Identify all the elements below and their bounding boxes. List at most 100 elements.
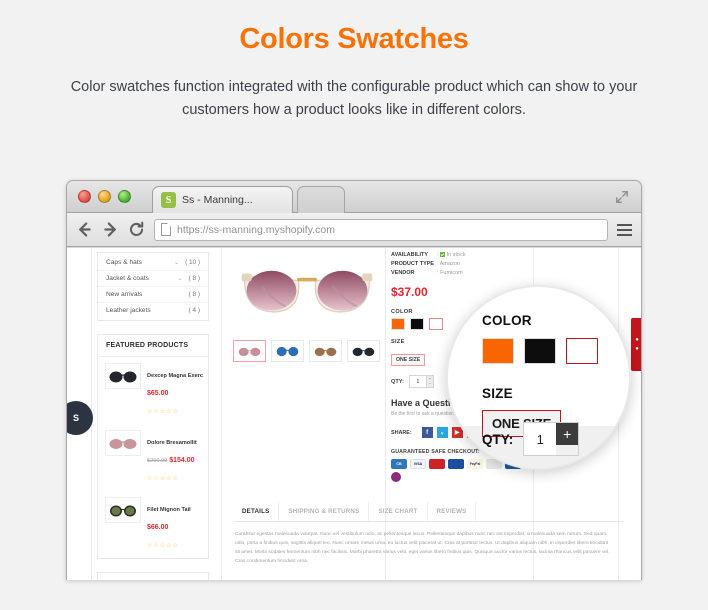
product-price: $65.00 bbox=[147, 390, 169, 397]
availability-value: In stock bbox=[446, 252, 466, 258]
product-type-value: Amazon bbox=[439, 261, 460, 267]
browser-tab-active[interactable]: S Ss - Manning... bbox=[152, 186, 293, 213]
category-label: Caps & hats bbox=[106, 259, 142, 266]
browser-navbar: https://ss-manning.myshopify.com bbox=[67, 213, 641, 247]
window-controls bbox=[78, 190, 131, 203]
meta-key: AVAILABILITY bbox=[391, 252, 429, 258]
tab-shipping-returns[interactable]: SHIPPING & RETURNS bbox=[279, 502, 370, 521]
close-button[interactable] bbox=[78, 190, 91, 203]
product-type: PRODUCT TYPE : Amazon bbox=[391, 261, 523, 267]
sidebar: Caps & hats ⌄ ( 10 ) Jacket & coats ⌄ ( … bbox=[97, 252, 209, 580]
facebook-icon[interactable]: f bbox=[421, 427, 433, 438]
product-thumbnail bbox=[105, 430, 141, 456]
back-arrow-icon[interactable] bbox=[76, 221, 93, 238]
tab-details[interactable]: DETAILS bbox=[233, 502, 280, 521]
zoom-button[interactable] bbox=[118, 190, 131, 203]
description-section: DETAILS SHIPPING & RETURNS SIZE CHART RE… bbox=[233, 502, 623, 566]
twitter-icon[interactable]: ᵥ bbox=[436, 427, 448, 438]
chevron-down-icon[interactable]: ⌄ bbox=[178, 275, 183, 282]
color-swatch-white[interactable] bbox=[429, 318, 443, 330]
amex-icon: CB bbox=[391, 459, 407, 469]
chevron-down-icon[interactable]: ⌄ bbox=[174, 259, 179, 266]
list-item[interactable]: Filet Mignon Tail $66.00 ☆☆☆☆☆ bbox=[98, 491, 208, 558]
gallery-thumb-brown[interactable] bbox=[309, 340, 342, 362]
category-label: Leather jackets bbox=[106, 307, 151, 314]
magnified-quantity-increment[interactable]: + bbox=[556, 423, 579, 445]
gallery-thumb-pink[interactable] bbox=[233, 340, 266, 362]
tab-size-chart[interactable]: SIZE CHART bbox=[369, 502, 428, 521]
minimize-button[interactable] bbox=[98, 190, 111, 203]
page-title: Colors Swatches bbox=[239, 23, 469, 55]
product-availability: AVAILABILITY : In stock bbox=[391, 252, 523, 258]
list-item[interactable]: Dexcep Magna Exerc $65.00 ☆☆☆☆☆ bbox=[98, 357, 208, 424]
product-price: $200.00 $154.00 bbox=[147, 457, 195, 464]
quantity-decrement[interactable]: − bbox=[427, 382, 433, 388]
product-gallery bbox=[233, 252, 381, 362]
product-old-price: $200.00 bbox=[147, 458, 168, 464]
magnified-color-swatch-black[interactable] bbox=[524, 338, 556, 364]
meta-value: : In stock bbox=[437, 252, 466, 258]
pink-gradient-sunglasses bbox=[241, 270, 373, 313]
sidebar-item-leather-jackets[interactable]: Leather jackets ( 4 ) bbox=[98, 303, 208, 318]
magnified-color-label: COLOR bbox=[482, 313, 532, 328]
tab-reviews[interactable]: REVIEWS bbox=[428, 502, 477, 521]
magnified-color-swatch-orange[interactable] bbox=[482, 338, 514, 364]
url-bar[interactable]: https://ss-manning.myshopify.com bbox=[154, 218, 608, 241]
product-price: $66.00 bbox=[147, 524, 169, 531]
color-swatch-orange[interactable] bbox=[391, 318, 405, 330]
list-item[interactable]: Dolore Bresamollit $200.00 $154.00 ☆☆☆☆☆ bbox=[98, 424, 208, 491]
category-panel: Caps & hats ⌄ ( 10 ) Jacket & coats ⌄ ( … bbox=[97, 252, 209, 321]
thumbnail-strip bbox=[233, 340, 381, 362]
category-count: ( 4 ) bbox=[188, 307, 200, 314]
share-label: SHARE: bbox=[391, 429, 412, 436]
meta-separator: : bbox=[437, 270, 439, 276]
url-text: https://ss-manning.myshopify.com bbox=[177, 223, 335, 236]
browser-titlebar: S Ss - Manning... bbox=[67, 181, 641, 213]
hamburger-menu-icon[interactable] bbox=[617, 223, 632, 236]
diners-icon bbox=[391, 472, 401, 482]
expand-icon[interactable] bbox=[615, 190, 629, 204]
product-sale-price: $154.00 bbox=[169, 457, 195, 464]
meta-value: : Fumicom bbox=[437, 270, 463, 276]
quantity-box[interactable]: 1 + − bbox=[408, 375, 434, 388]
page-icon bbox=[161, 223, 171, 236]
product-name: Filet Mignon Tail bbox=[147, 507, 191, 513]
pink-sunglasses bbox=[109, 438, 137, 449]
quantity-label: QTY: bbox=[391, 378, 404, 385]
product-vendor: VENDOR : Fumicom bbox=[391, 270, 523, 276]
meta-value: : Amazon bbox=[437, 261, 460, 267]
rating-stars: ☆☆☆☆☆ bbox=[147, 543, 179, 549]
magnified-color-swatch-white[interactable] bbox=[566, 338, 598, 364]
magnified-quantity-input[interactable]: 1 bbox=[524, 423, 557, 455]
custom-services-panel: CUSTOM SERVICES FREE DELIVERY From $59.8… bbox=[97, 572, 209, 580]
reload-icon[interactable] bbox=[128, 221, 145, 238]
quantity-input[interactable]: 1 bbox=[409, 376, 426, 387]
custom-services-heading: CUSTOM SERVICES bbox=[98, 573, 208, 580]
featured-products-panel: FEATURED PRODUCTS Dexcep Magna Exerc $65… bbox=[97, 334, 209, 559]
gallery-thumb-black[interactable] bbox=[347, 340, 380, 362]
color-swatch-black[interactable] bbox=[410, 318, 424, 330]
description-body: Curabitur egestas malesuada volutpat. Nu… bbox=[235, 532, 610, 565]
forward-arrow-icon[interactable] bbox=[102, 221, 119, 238]
browser-tab-new[interactable] bbox=[297, 186, 345, 213]
gallery-thumb-blue[interactable] bbox=[271, 340, 304, 362]
sidebar-item-new-arrivals[interactable]: New arrivals ( 8 ) bbox=[98, 287, 208, 303]
sidebar-item-caps-hats[interactable]: Caps & hats ⌄ ( 10 ) bbox=[98, 255, 208, 271]
black-sunglasses bbox=[352, 347, 375, 356]
quantity-steps: + − bbox=[425, 376, 433, 388]
side-tab-dot-1: ● bbox=[635, 337, 639, 343]
meta-key: VENDOR bbox=[391, 270, 415, 276]
product-meta: Filet Mignon Tail $66.00 ☆☆☆☆☆ bbox=[147, 497, 201, 552]
page-header: Colors Swatches Color swatches function … bbox=[0, 0, 708, 123]
category-label: Jacket & coats bbox=[106, 275, 149, 282]
size-option-one-size[interactable]: ONE SIZE bbox=[391, 354, 426, 366]
blue-sunglasses bbox=[276, 346, 299, 356]
sidebar-item-jacket-coats[interactable]: Jacket & coats ⌄ ( 8 ) bbox=[98, 271, 208, 287]
side-promo-tab[interactable]: ● ● bbox=[631, 318, 641, 371]
magnifier-lens: COLOR SIZE ONE SIZE QTY: 1 + bbox=[446, 285, 631, 470]
check-icon bbox=[440, 252, 446, 258]
page-subtitle: Color swatches function integrated with … bbox=[70, 78, 638, 119]
product-main-image[interactable] bbox=[233, 252, 381, 332]
magnified-quantity-box[interactable]: 1 + bbox=[523, 422, 580, 456]
visa-icon: VISA bbox=[410, 459, 426, 469]
